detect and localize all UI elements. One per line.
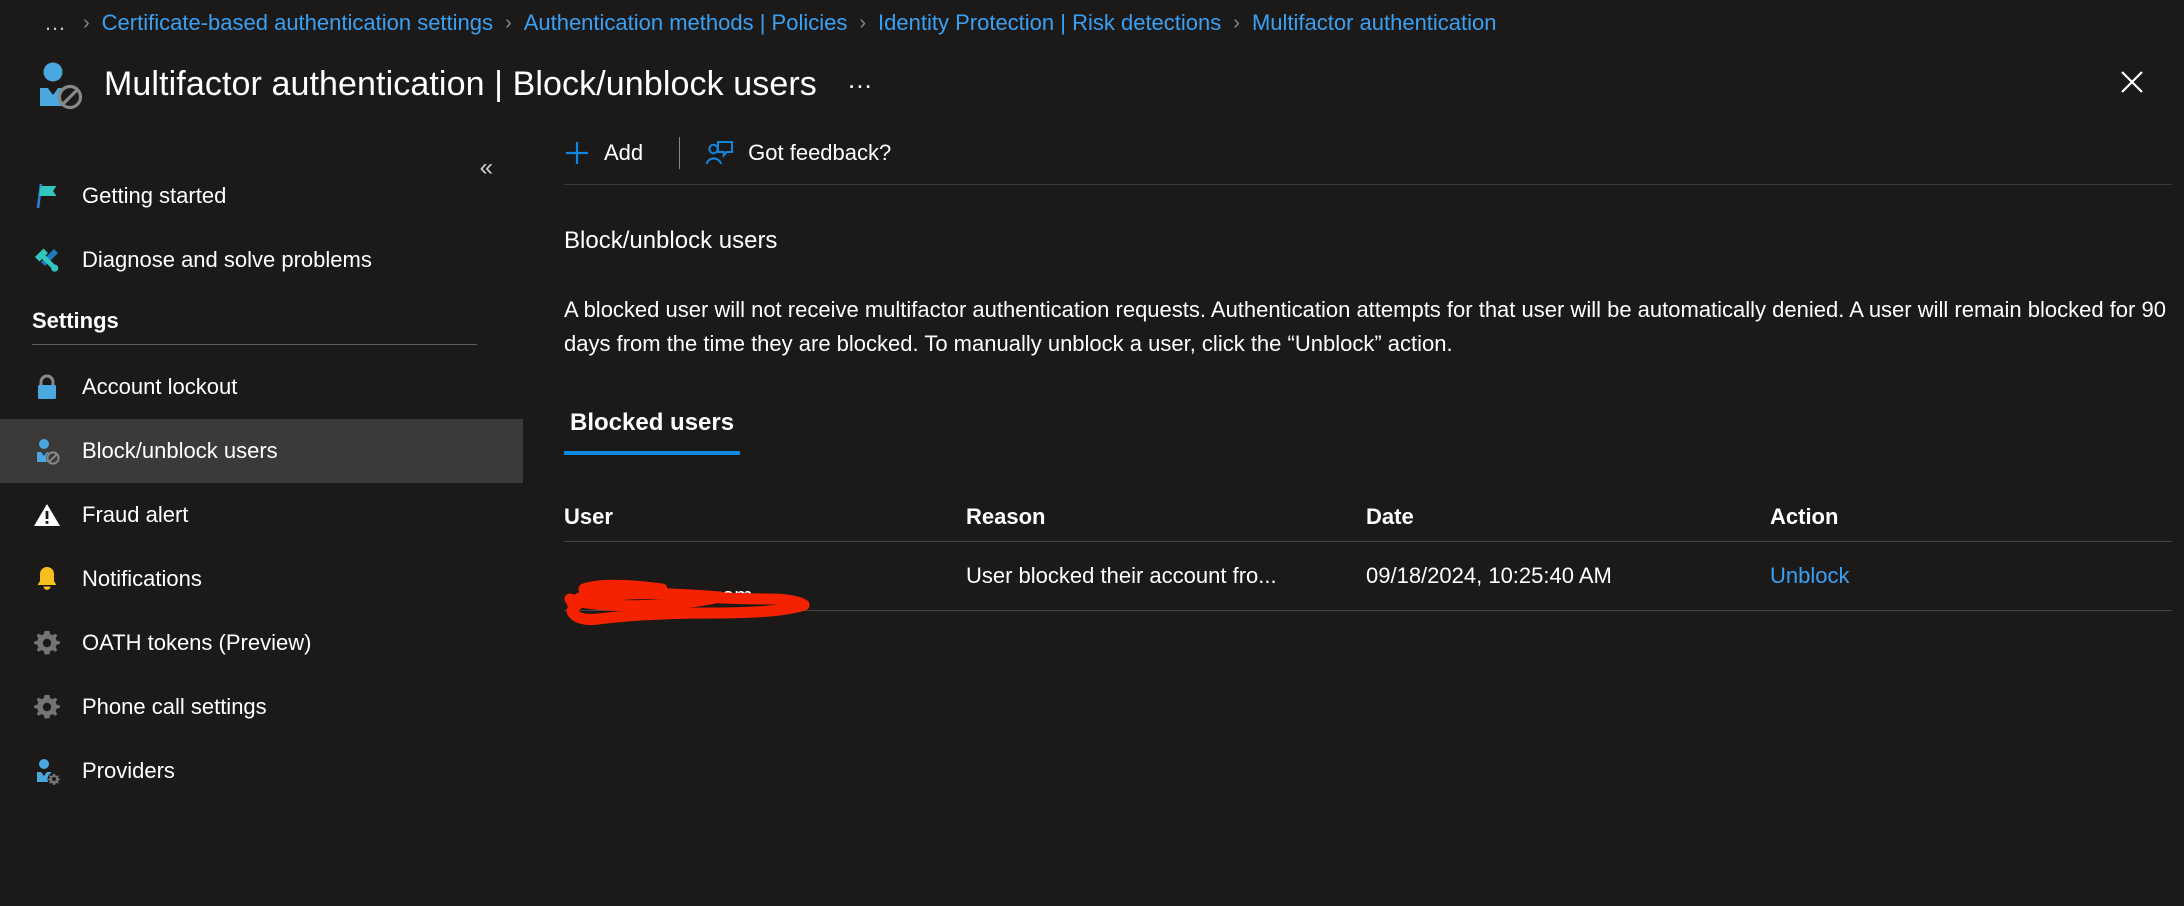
user-blocked-icon	[30, 434, 64, 468]
breadcrumb-item-identity-protection-risk-detections[interactable]: Identity Protection | Risk detections	[878, 10, 1221, 36]
main-content: Add Got feedback? Block/unblock users A …	[523, 122, 2184, 906]
feedback-person-icon	[705, 141, 734, 165]
sidebar-section-settings: Settings	[32, 308, 119, 333]
command-bar-divider-line	[564, 184, 2172, 185]
user-gear-icon	[30, 754, 64, 788]
wrench-screwdriver-icon	[30, 243, 64, 277]
breadcrumb-item-authentication-methods-policies[interactable]: Authentication methods | Policies	[524, 10, 848, 36]
add-button-label: Add	[604, 140, 644, 165]
sidebar-item-label: Notifications	[82, 566, 202, 591]
sidebar-item-oath-tokens-preview[interactable]: OATH tokens (Preview)	[0, 611, 523, 675]
lock-icon	[30, 370, 64, 404]
cell-user: om	[564, 563, 966, 625]
tab-blocked-users[interactable]: Blocked users	[564, 409, 741, 455]
sidebar-item-label: Providers	[82, 758, 175, 783]
gear-icon	[30, 626, 64, 660]
breadcrumb-item-multifactor-authentication[interactable]: Multifactor authentication	[1252, 10, 1497, 36]
table-header-row: User Reason Date Action	[564, 493, 2172, 541]
sidebar-item-getting-started[interactable]: Getting started	[0, 164, 523, 228]
breadcrumb-separator: ›	[1233, 11, 1240, 34]
breadcrumb-separator: ›	[505, 11, 512, 34]
sidebar-item-label: Block/unblock users	[82, 438, 278, 463]
column-header-action: Action	[1770, 504, 1839, 529]
sidebar-item-phone-call-settings[interactable]: Phone call settings	[0, 675, 523, 739]
cell-action: Unblock	[1770, 563, 2172, 589]
breadcrumb: … › Certificate-based authentication set…	[0, 0, 2184, 46]
flag-icon	[30, 179, 64, 213]
sidebar: « Getting started Diagnose and solve pro…	[0, 122, 523, 906]
redaction-scribble-icon	[554, 569, 824, 635]
gear-icon	[30, 690, 64, 724]
blocked-users-table: User Reason Date Action om User blocked …	[564, 493, 2172, 625]
sidebar-item-fraud-alert[interactable]: Fraud alert	[0, 483, 523, 547]
collapse-sidebar-button[interactable]: «	[474, 150, 499, 186]
page-header: Multifactor authentication | Block/unblo…	[0, 46, 2184, 122]
close-icon	[2121, 71, 2143, 93]
sidebar-item-label: Account lockout	[82, 374, 238, 399]
breadcrumb-separator: ›	[83, 11, 90, 34]
tab-list: Blocked users	[564, 409, 2172, 455]
table-row-divider	[564, 610, 2172, 611]
sidebar-item-label: Diagnose and solve problems	[82, 247, 372, 272]
got-feedback-button[interactable]: Got feedback?	[704, 132, 903, 174]
table-row[interactable]: om User blocked their account fro... 09/…	[564, 542, 2172, 625]
breadcrumb-overflow[interactable]: …	[44, 10, 71, 36]
sidebar-section-divider	[32, 344, 477, 345]
sidebar-item-label: OATH tokens (Preview)	[82, 630, 312, 655]
unblock-link[interactable]: Unblock	[1770, 563, 1849, 588]
sidebar-item-diagnose-and-solve-problems[interactable]: Diagnose and solve problems	[0, 228, 523, 292]
breadcrumb-item-certificate-based-authentication-settings[interactable]: Certificate-based authentication setting…	[102, 10, 493, 36]
page-more-options-button[interactable]: …	[847, 64, 876, 95]
column-header-user: User	[564, 504, 613, 529]
sidebar-item-label: Fraud alert	[82, 502, 189, 527]
breadcrumb-separator: ›	[859, 11, 867, 34]
column-header-reason: Reason	[966, 504, 1046, 529]
content-section-title: Block/unblock users	[564, 227, 778, 254]
got-feedback-label: Got feedback?	[748, 140, 892, 165]
cell-reason: User blocked their account fro...	[966, 563, 1277, 588]
sidebar-item-notifications[interactable]: Notifications	[0, 547, 523, 611]
sidebar-item-account-lockout[interactable]: Account lockout	[0, 355, 523, 419]
cell-date: 09/18/2024, 10:25:40 AM	[1366, 563, 1612, 588]
column-header-date: Date	[1366, 504, 1414, 529]
add-button[interactable]: Add	[564, 132, 655, 174]
plus-icon	[566, 142, 588, 164]
command-bar-divider	[679, 137, 681, 169]
bell-icon	[30, 562, 64, 596]
page-title: Multifactor authentication | Block/unblo…	[104, 64, 817, 103]
command-bar: Add Got feedback?	[564, 122, 2172, 184]
sidebar-item-block-unblock-users[interactable]: Block/unblock users	[0, 419, 523, 483]
user-blocked-icon	[30, 56, 86, 112]
sidebar-item-providers[interactable]: Providers	[0, 739, 523, 803]
warning-triangle-icon	[30, 498, 64, 532]
close-button[interactable]	[2110, 60, 2154, 104]
content-description: A blocked user will not receive multifac…	[564, 297, 2166, 356]
sidebar-item-label: Phone call settings	[82, 694, 267, 719]
page-body: « Getting started Diagnose and solve pro…	[0, 122, 2184, 906]
sidebar-item-label: Getting started	[82, 183, 227, 208]
